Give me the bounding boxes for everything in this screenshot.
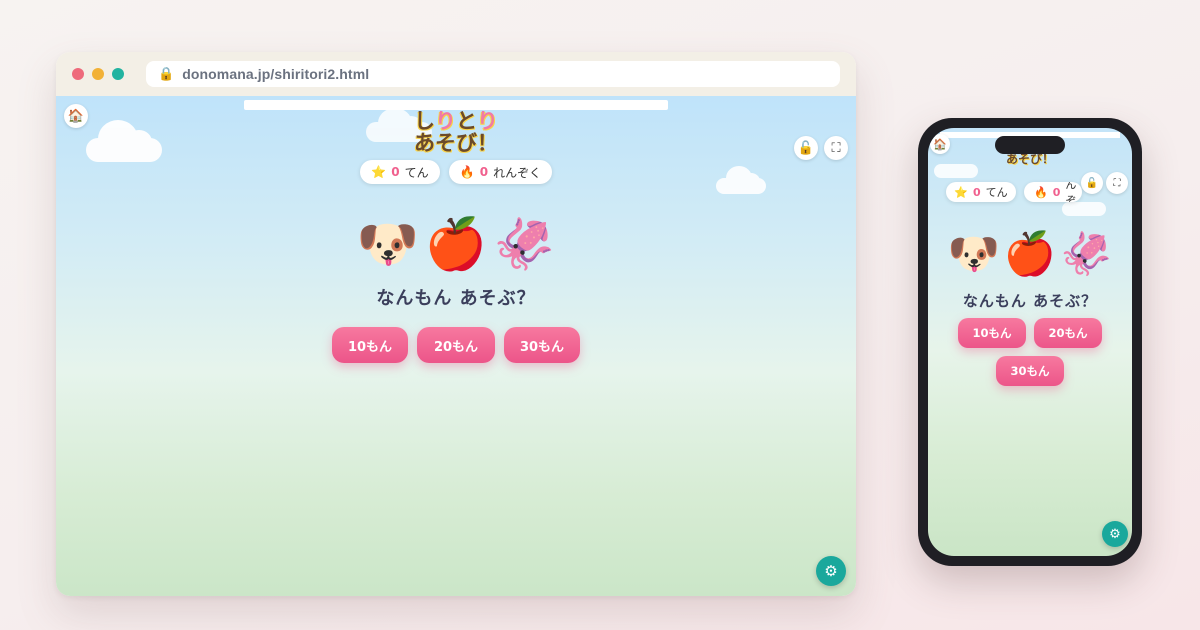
fullscreen-button[interactable]: ⛶ bbox=[1106, 172, 1128, 194]
emoji-illustration-row: 🐶 🍎 🦑 bbox=[940, 228, 1120, 280]
squid-icon: 🦑 bbox=[1060, 229, 1113, 278]
score-value: 0 bbox=[973, 185, 981, 199]
emoji-illustration-row: 🐶 🍎 🦑 bbox=[356, 214, 556, 274]
cloud-decoration bbox=[716, 166, 766, 194]
score-badge: ⭐ 0 てん bbox=[360, 160, 440, 184]
window-close-dot[interactable] bbox=[72, 68, 84, 80]
url-text: donomana.jp/shiritori2.html bbox=[182, 66, 370, 82]
streak-value: 0 bbox=[479, 165, 489, 179]
fire-icon: 🔥 bbox=[1034, 185, 1048, 199]
gear-icon: ⚙ bbox=[824, 562, 838, 580]
mode-10-button[interactable]: 10もん bbox=[958, 318, 1026, 348]
settings-button[interactable]: ⚙ bbox=[816, 556, 846, 586]
score-label: てん bbox=[404, 165, 429, 180]
mode-10-button[interactable]: 10もん bbox=[332, 327, 408, 363]
home-icon: 🏠 bbox=[67, 108, 85, 124]
title-char: り bbox=[477, 109, 498, 133]
settings-button[interactable]: ⚙ bbox=[1102, 521, 1128, 547]
title-char: と bbox=[456, 109, 477, 133]
unlock-icon: 🔓 bbox=[797, 140, 815, 156]
streak-badge: 🔥 0 れんぞく bbox=[449, 160, 552, 184]
lock-toggle-button[interactable]: 🔓 bbox=[1081, 172, 1103, 194]
score-badge: ⭐ 0 てん bbox=[946, 182, 1016, 202]
dog-icon: 🐶 bbox=[947, 229, 1000, 278]
apple-icon: 🍎 bbox=[424, 215, 488, 273]
lock-icon: 🔒 bbox=[158, 66, 175, 82]
address-bar[interactable]: 🔒 donomana.jp/shiritori2.html bbox=[146, 61, 840, 87]
desktop-browser-mockup: 🔒 donomana.jp/shiritori2.html 🏠 🔓 ⛶ しりとり… bbox=[56, 52, 856, 596]
fire-icon: 🔥 bbox=[459, 165, 475, 179]
title-char: し bbox=[414, 109, 435, 133]
cloud-decoration bbox=[934, 164, 978, 178]
unlock-icon: 🔓 bbox=[1085, 177, 1099, 189]
title-line-2: あそび！ bbox=[414, 131, 498, 155]
mode-20-button[interactable]: 20もん bbox=[417, 327, 495, 363]
home-button[interactable]: 🏠 bbox=[930, 134, 950, 154]
phone-notch bbox=[995, 136, 1065, 154]
streak-label: れんぞく bbox=[493, 165, 542, 180]
mode-20-button[interactable]: 20もん bbox=[1034, 318, 1102, 348]
phone-game-viewport: 🏠 あそび！ 🔓 ⛶ ⭐ 0 てん 🔥 0 れんぞく 🐶 🍎 🦑 なんもん あそ… bbox=[928, 128, 1132, 556]
window-minimize-dot[interactable] bbox=[92, 68, 104, 80]
streak-badge: 🔥 0 れんぞく bbox=[1024, 182, 1082, 202]
question-text: なんもん あそぶ？ bbox=[376, 288, 536, 309]
streak-value: 0 bbox=[1052, 185, 1061, 199]
fullscreen-icon: ⛶ bbox=[1113, 177, 1121, 189]
mode-30-button[interactable]: 30もん bbox=[996, 356, 1064, 386]
home-icon: 🏠 bbox=[933, 137, 947, 151]
fullscreen-icon: ⛶ bbox=[831, 140, 841, 156]
star-icon: ⭐ bbox=[371, 165, 387, 179]
title-char: り bbox=[435, 109, 456, 133]
mode-30-button[interactable]: 30もん bbox=[504, 327, 580, 363]
question-text: なんもん あそぶ？ bbox=[962, 292, 1098, 310]
fullscreen-button[interactable]: ⛶ bbox=[824, 136, 848, 160]
score-value: 0 bbox=[391, 165, 400, 179]
dog-icon: 🐶 bbox=[356, 215, 419, 273]
home-button[interactable]: 🏠 bbox=[64, 104, 88, 128]
score-label: てん bbox=[985, 186, 1008, 199]
browser-toolbar: 🔒 donomana.jp/shiritori2.html bbox=[56, 52, 856, 96]
phone-mockup: 🏠 あそび！ 🔓 ⛶ ⭐ 0 てん 🔥 0 れんぞく 🐶 🍎 🦑 なんもん あそ… bbox=[918, 118, 1142, 566]
lock-toggle-button[interactable]: 🔓 bbox=[794, 136, 818, 160]
window-maximize-dot[interactable] bbox=[112, 68, 124, 80]
apple-icon: 🍎 bbox=[1003, 229, 1057, 278]
squid-icon: 🦑 bbox=[493, 215, 556, 273]
star-icon: ⭐ bbox=[954, 185, 969, 199]
streak-label: れんぞく bbox=[1065, 182, 1077, 202]
gear-icon: ⚙ bbox=[1109, 526, 1121, 542]
cloud-decoration bbox=[1062, 202, 1106, 216]
cloud-decoration bbox=[86, 120, 162, 162]
game-viewport: 🏠 🔓 ⛶ しりとり あそび！ ⭐ 0 てん 🔥 0 れんぞく 🐶 🍎 🦑 なん… bbox=[56, 96, 856, 596]
game-title: しりとり あそび！ bbox=[386, 110, 526, 154]
